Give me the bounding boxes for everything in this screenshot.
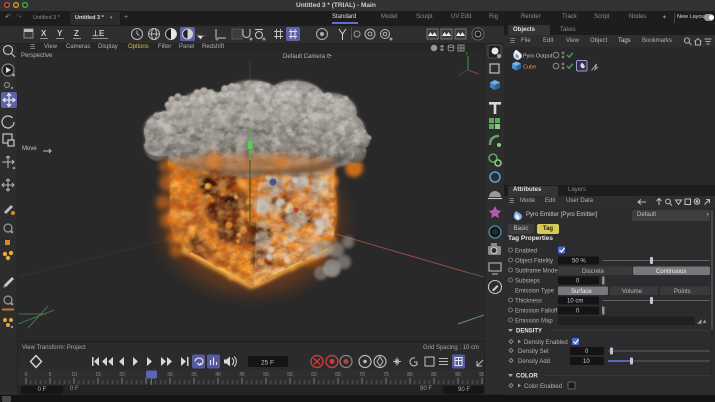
svg-text:Density Enabled: Density Enabled	[524, 340, 568, 346]
svg-text:55: 55	[287, 372, 293, 378]
svg-text:10 cm: 10 cm	[567, 299, 583, 305]
svg-text:Surface: Surface	[571, 289, 592, 295]
svg-text:Enabled: Enabled	[515, 249, 537, 255]
svg-text:90: 90	[455, 372, 461, 378]
svg-text:10: 10	[71, 372, 77, 378]
svg-text:0: 0	[25, 372, 28, 378]
svg-text:X: X	[41, 29, 47, 38]
svg-text:40: 40	[215, 372, 221, 378]
svg-text:35: 35	[191, 372, 197, 378]
svg-text:60: 60	[311, 372, 317, 378]
svg-text:5: 5	[49, 372, 52, 378]
svg-text:Points: Points	[674, 289, 691, 295]
svg-text:30: 30	[167, 372, 173, 378]
svg-text:Emission Type: Emission Type	[515, 289, 555, 295]
svg-text:Y: Y	[57, 29, 63, 38]
svg-text:DENSITY: DENSITY	[516, 329, 542, 335]
svg-text:15: 15	[95, 372, 101, 378]
svg-text:20: 20	[119, 372, 125, 378]
svg-text:Subframe Mode: Subframe Mode	[515, 269, 558, 275]
svg-text:80: 80	[407, 372, 413, 378]
svg-text:Color Enabled: Color Enabled	[524, 384, 562, 390]
svg-text:Thickness: Thickness	[515, 299, 542, 305]
svg-text:COLOR: COLOR	[516, 374, 538, 380]
svg-text:Pyro Output: Pyro Output	[523, 54, 553, 60]
svg-text:65: 65	[335, 372, 341, 378]
svg-text:25 F: 25 F	[261, 360, 274, 367]
svg-text:Emission Falloff: Emission Falloff	[515, 309, 558, 315]
svg-text:70: 70	[359, 372, 365, 378]
svg-text:50: 50	[263, 372, 269, 378]
svg-text:Emission Map: Emission Map	[515, 319, 553, 325]
svg-text:75: 75	[383, 372, 389, 378]
svg-text:⊥E: ⊥E	[92, 29, 105, 38]
svg-text:85: 85	[431, 372, 437, 378]
svg-text:Z: Z	[74, 29, 79, 38]
svg-text:Discrete: Discrete	[582, 269, 605, 275]
svg-text:Density Add: Density Add	[518, 359, 550, 365]
svg-text:Density Set: Density Set	[518, 349, 549, 355]
svg-text:Cube: Cube	[523, 65, 536, 71]
svg-text:Continuous: Continuous	[656, 269, 686, 275]
svg-text:Substeps: Substeps	[515, 279, 540, 285]
svg-text:45: 45	[239, 372, 245, 378]
svg-text:Volume: Volume	[622, 289, 643, 295]
svg-text:50 %: 50 %	[572, 259, 586, 265]
svg-text:Object Fidelity: Object Fidelity	[515, 259, 553, 265]
svg-text:10: 10	[583, 359, 590, 365]
svg-text:◢▲: ◢▲	[697, 319, 708, 325]
